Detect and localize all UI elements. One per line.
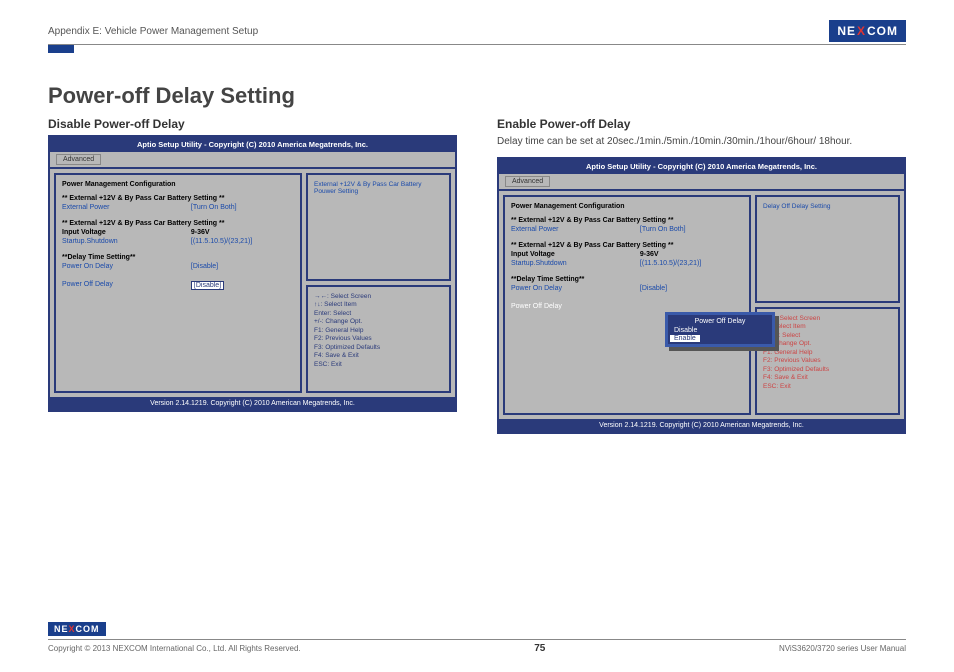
bios-screenshot-enable: Aptio Setup Utility - Copyright (C) 2010… <box>497 157 906 434</box>
bios-help-panel: →←: Select Screen ↑↓: Select Item Enter:… <box>755 307 900 415</box>
group3: **Delay Time Setting** <box>62 254 294 261</box>
right-description: Delay time can be set at 20sec./1min./5m… <box>497 135 906 149</box>
bios-info-panel: External +12V & By Pass Car Battery Pouw… <box>306 173 451 281</box>
page-number: 75 <box>534 643 545 654</box>
power-off-delay-label[interactable]: Power Off Delay <box>511 303 640 310</box>
bios-info-panel: Delay Off Delay Setting <box>755 195 900 303</box>
tab-advanced[interactable]: Advanced <box>505 176 550 187</box>
left-heading: Disable Power-off Delay <box>48 117 457 131</box>
startup-shutdown-value: [(11.5.10.5)/(23,21)] <box>640 260 743 267</box>
bios-main-panel: Power Management Configuration ** Extern… <box>503 195 751 415</box>
power-off-delay-label[interactable]: Power Off Delay <box>62 281 191 290</box>
group2: ** External +12V & By Pass Car Battery S… <box>511 242 743 249</box>
group1: ** External +12V & By Pass Car Battery S… <box>62 195 294 202</box>
popup-title: Power Off Delay <box>670 317 770 326</box>
info-text: External +12V & By Pass Car Battery Pouw… <box>314 181 443 195</box>
page-header: Appendix E: Vehicle Power Management Set… <box>48 20 906 45</box>
copyright: Copyright © 2013 NEXCOM International Co… <box>48 644 301 653</box>
appendix-label: Appendix E: Vehicle Power Management Set… <box>48 26 258 37</box>
startup-shutdown-label[interactable]: Startup.Shutdown <box>511 260 640 267</box>
external-power-value: [Turn On Both] <box>191 204 294 211</box>
bios-footer: Version 2.14.1219. Copyright (C) 2010 Am… <box>50 397 455 410</box>
bios-screenshot-disable: Aptio Setup Utility - Copyright (C) 2010… <box>48 135 457 412</box>
footer-logo: NEXCOM <box>48 622 106 636</box>
external-power-label[interactable]: External Power <box>511 226 640 233</box>
group3: **Delay Time Setting** <box>511 276 743 283</box>
input-voltage-label: Input Voltage <box>62 229 191 236</box>
external-power-value: [Turn On Both] <box>640 226 743 233</box>
bios-main-panel: Power Management Configuration ** Extern… <box>54 173 302 393</box>
bios-help-panel: →←: Select Screen ↑↓: Select Item Enter:… <box>306 285 451 393</box>
nexcom-logo: NEXCOM <box>829 20 906 42</box>
manual-name: NViS3620/3720 series User Manual <box>779 644 906 653</box>
info-text: Delay Off Delay Setting <box>763 203 892 210</box>
right-heading: Enable Power-off Delay <box>497 117 906 131</box>
external-power-label[interactable]: External Power <box>62 204 191 211</box>
input-voltage-value: 9-36V <box>640 251 743 258</box>
left-column: Disable Power-off Delay Aptio Setup Util… <box>48 117 457 434</box>
accent-bar <box>48 45 74 53</box>
bios-title: Aptio Setup Utility - Copyright (C) 2010… <box>50 137 455 152</box>
startup-shutdown-value: [(11.5.10.5)/(23,21)] <box>191 238 294 245</box>
power-off-delay-value-selected[interactable]: [Disable] <box>191 281 224 290</box>
power-on-delay-label[interactable]: Power On Delay <box>511 285 640 292</box>
section-title: Power Management Configuration <box>511 203 743 210</box>
bios-tabs: Advanced <box>50 152 455 167</box>
page-footer: NEXCOM Copyright © 2013 NEXCOM Internati… <box>48 639 906 654</box>
bios-tabs: Advanced <box>499 174 904 189</box>
input-voltage-value: 9-36V <box>191 229 294 236</box>
popup-option-disable[interactable]: Disable <box>670 326 770 335</box>
section-title: Power Management Configuration <box>62 181 294 188</box>
popup-option-enable-selected[interactable]: Enable <box>670 335 700 342</box>
tab-advanced[interactable]: Advanced <box>56 154 101 165</box>
power-on-delay-label[interactable]: Power On Delay <box>62 263 191 270</box>
group1: ** External +12V & By Pass Car Battery S… <box>511 217 743 224</box>
group2: ** External +12V & By Pass Car Battery S… <box>62 220 294 227</box>
page-title: Power-off Delay Setting <box>48 83 906 109</box>
power-on-delay-value: [Disable] <box>640 285 743 292</box>
power-on-delay-value: [Disable] <box>191 263 294 270</box>
bios-title: Aptio Setup Utility - Copyright (C) 2010… <box>499 159 904 174</box>
input-voltage-label: Input Voltage <box>511 251 640 258</box>
bios-footer: Version 2.14.1219. Copyright (C) 2010 Am… <box>499 419 904 432</box>
power-off-delay-popup[interactable]: Power Off Delay Disable Enable <box>665 312 775 347</box>
startup-shutdown-label[interactable]: Startup.Shutdown <box>62 238 191 245</box>
right-column: Enable Power-off Delay Delay time can be… <box>497 117 906 434</box>
